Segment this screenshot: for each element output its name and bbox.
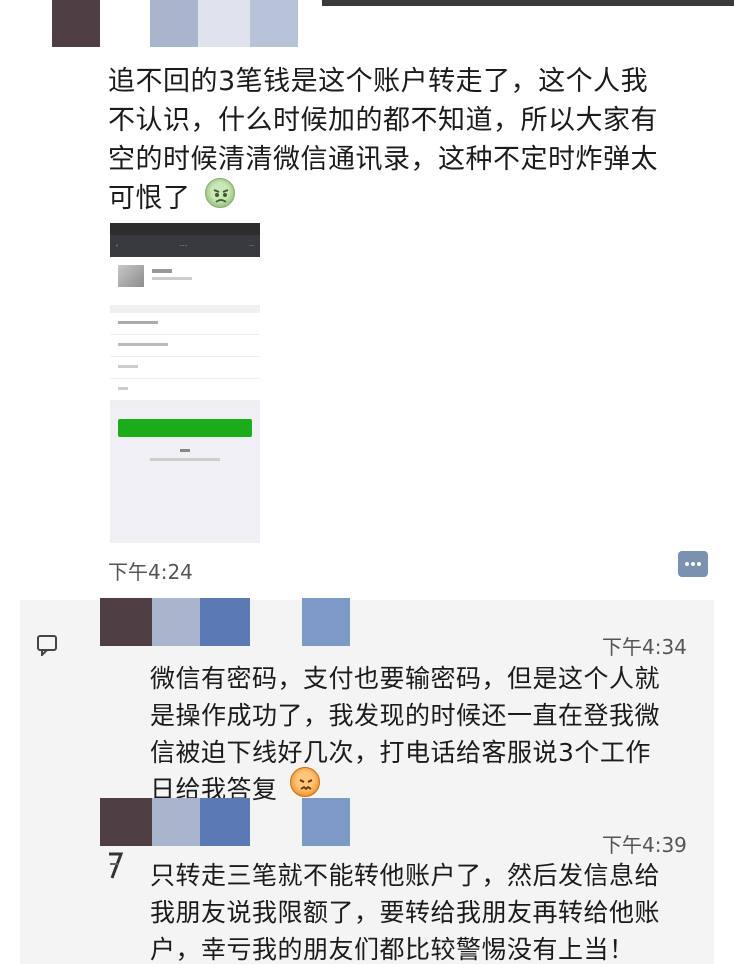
contact-detail-screenshot[interactable]: ‹ ····· ··· — [110, 223, 260, 543]
angry-face-emoji-icon — [205, 178, 235, 208]
message-text-1: 追不回的3笔钱是这个账户转走了，这个人我 不认识，什么时候加的都不知道，所以大家… — [108, 66, 658, 214]
share-icon[interactable] — [678, 551, 708, 577]
mosaic-block — [52, 0, 100, 47]
comment-time-2: 下午4:39 — [602, 833, 687, 857]
comment-time-1: 下午4:34 — [602, 635, 687, 659]
frustrated-face-emoji-icon — [290, 767, 320, 797]
commenter-avatar-2 — [106, 850, 128, 886]
mosaic-block — [250, 0, 298, 47]
mosaic-block — [198, 0, 250, 47]
mosaic-block — [150, 0, 198, 47]
comment-text-1: 微信有密码，支付也要输密码，但是这个人就 是操作成功了，我发现的时候还一直在登我… — [150, 664, 661, 804]
message-time-1: 下午4:24 — [108, 560, 193, 584]
comment-icon[interactable] — [36, 634, 60, 658]
comment-text-2: 只转走三笔就不能转他账户了，然后发信息给 我朋友说我限额了，要转给我朋友再转给他… — [150, 861, 661, 964]
top-bar — [322, 0, 734, 6]
